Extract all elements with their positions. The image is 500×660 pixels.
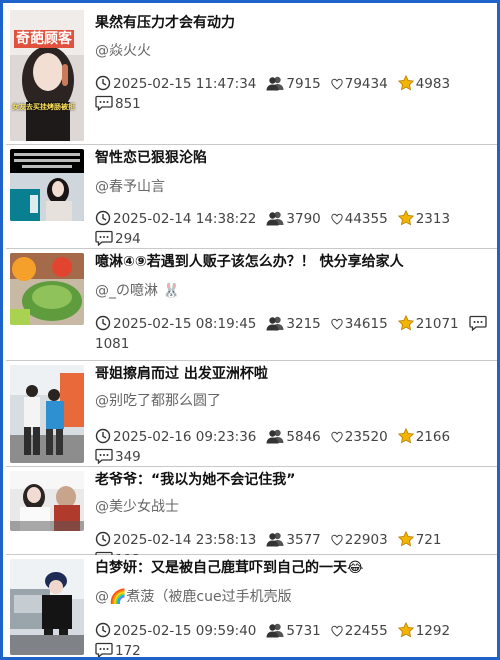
thumbnail-image (10, 559, 84, 655)
list-item[interactable]: 老爷爷：“我以为她不会记住我” @美少女战士 2025-02-14 23:58:… (6, 467, 497, 568)
feed-window: 奇葩顾客 女友去买挂烤肠被拒 果然有压力才会有动力 @焱火火 2025-02-1… (0, 0, 500, 660)
heart-icon (331, 534, 343, 546)
comment-icon (95, 95, 113, 111)
heart-icon (331, 318, 343, 330)
comments-stat: 851 (95, 95, 141, 112)
likes-stat: 22455 (331, 623, 388, 639)
video-title[interactable]: 白梦妍：又是被自己鹿茸吓到自己的一天😂 (95, 558, 363, 578)
timestamp: 2025-02-15 11:47:34 (95, 75, 256, 92)
views-stat: 3215 (266, 316, 321, 332)
list-item[interactable]: 哥姐擦肩而过 出发亚洲杯啦 @别吃了都那么圆了 2025-02-16 09:23… (6, 361, 497, 467)
author-name[interactable]: @_の噫淋 🐰 (95, 281, 180, 301)
likes-stat: 23520 (331, 429, 388, 445)
thumbnail-image (10, 149, 84, 221)
clock-icon (95, 315, 111, 331)
clock-icon (95, 210, 111, 226)
views-stat: 5731 (266, 623, 321, 639)
users-icon (266, 211, 284, 226)
star-icon (397, 75, 414, 91)
favorites-stat: 2313 (397, 210, 450, 227)
likes-stat: 79434 (331, 76, 388, 92)
comments-stat: 294 (95, 230, 141, 247)
users-icon (266, 623, 284, 638)
video-list: 奇葩顾客 女友去买挂烤肠被拒 果然有压力才会有动力 @焱火火 2025-02-1… (6, 6, 497, 657)
heart-icon (331, 625, 343, 637)
comments-stat (469, 315, 489, 332)
video-title[interactable]: 果然有压力才会有动力 (95, 13, 235, 33)
star-icon (397, 210, 414, 226)
video-title[interactable]: 哥姐擦肩而过 出发亚洲杯啦 (95, 364, 268, 384)
clock-icon (95, 75, 111, 91)
star-icon (397, 428, 414, 444)
star-icon (397, 531, 414, 547)
thumbnail-image (10, 253, 84, 325)
likes-stat: 22903 (331, 532, 388, 548)
stats-row: 2025-02-15 08:19:45 3215 34615 21071 1081 (95, 314, 495, 352)
video-thumbnail[interactable]: 奇葩顾客 女友去买挂烤肠被拒 (10, 10, 84, 141)
stats-row: 2025-02-16 09:23:36 5846 23520 2166 349 (95, 427, 494, 467)
stats-row: 2025-02-14 14:38:22 3790 44355 2313 294 (95, 209, 494, 249)
timestamp: 2025-02-16 09:23:36 (95, 428, 256, 445)
thumbnail-caption-bottom: 女友去买挂烤肠被拒 (12, 103, 75, 111)
list-item[interactable]: 智性恋已狠狠沦陷 @春予山言 2025-02-14 14:38:22 3790 44… (6, 145, 497, 249)
timestamp: 2025-02-15 09:59:40 (95, 622, 256, 639)
users-icon (266, 429, 284, 444)
list-item[interactable]: 白梦妍：又是被自己鹿茸吓到自己的一天😂 @🌈煮菠（被鹿cue过手机壳版 2025… (6, 555, 497, 657)
heart-icon (331, 431, 343, 443)
list-item[interactable]: 噫淋④⑨若遇到人贩子该怎么办？！ 快分享给家人 @_の噫淋 🐰 2025-02-… (6, 249, 497, 361)
timestamp: 2025-02-15 08:19:45 (95, 315, 256, 332)
video-thumbnail[interactable] (10, 253, 84, 325)
heart-icon (331, 213, 343, 225)
likes-stat: 34615 (331, 316, 388, 332)
favorites-stat: 1292 (397, 622, 450, 639)
timestamp: 2025-02-14 23:58:13 (95, 531, 256, 548)
thumbnail-image (10, 365, 84, 463)
favorites-stat: 4983 (397, 75, 450, 92)
comments-count-wrapped: 1081 (95, 336, 130, 352)
favorites-stat: 2166 (397, 428, 450, 445)
thumbnail-caption-top: 奇葩顾客 (14, 30, 74, 48)
comments-stat: 172 (95, 642, 141, 657)
comment-icon (95, 448, 113, 464)
author-name[interactable]: @美少女战士 (95, 497, 179, 517)
video-thumbnail[interactable] (10, 471, 84, 531)
favorites-stat: 721 (397, 531, 441, 548)
list-item[interactable]: 奇葩顾客 女友去买挂烤肠被拒 果然有压力才会有动力 @焱火火 2025-02-1… (6, 6, 497, 145)
views-stat: 3790 (266, 211, 321, 227)
users-icon (266, 316, 284, 331)
users-icon (266, 76, 284, 91)
video-thumbnail[interactable] (10, 149, 84, 221)
comment-icon (95, 642, 113, 657)
comment-icon (469, 315, 487, 331)
author-name[interactable]: @🌈煮菠（被鹿cue过手机壳版 (95, 587, 292, 607)
stats-row: 2025-02-15 09:59:40 5731 22455 1292 172 (95, 621, 494, 657)
video-title[interactable]: 智性恋已狠狠沦陷 (95, 148, 207, 168)
comments-stat: 349 (95, 448, 141, 465)
author-name[interactable]: @春予山言 (95, 177, 165, 197)
favorites-stat: 21071 (397, 315, 459, 332)
views-stat: 7915 (266, 76, 321, 92)
heart-icon (331, 78, 343, 90)
users-icon (266, 532, 284, 547)
likes-stat: 44355 (331, 211, 388, 227)
clock-icon (95, 531, 111, 547)
thumbnail-image (10, 471, 84, 531)
video-title[interactable]: 噫淋④⑨若遇到人贩子该怎么办？！ 快分享给家人 (95, 252, 404, 272)
video-title[interactable]: 老爷爷：“我以为她不会记住我” (95, 470, 295, 490)
comment-icon (95, 230, 113, 246)
author-name[interactable]: @焱火火 (95, 41, 151, 61)
views-stat: 3577 (266, 532, 321, 548)
star-icon (397, 622, 414, 638)
author-name[interactable]: @别吃了都那么圆了 (95, 391, 221, 411)
star-icon (397, 315, 414, 331)
views-stat: 5846 (266, 429, 321, 445)
clock-icon (95, 622, 111, 638)
timestamp: 2025-02-14 14:38:22 (95, 210, 256, 227)
video-thumbnail[interactable] (10, 559, 84, 655)
video-thumbnail[interactable] (10, 365, 84, 463)
clock-icon (95, 428, 111, 444)
stats-row: 2025-02-15 11:47:34 7915 79434 4983 851 (95, 74, 494, 114)
